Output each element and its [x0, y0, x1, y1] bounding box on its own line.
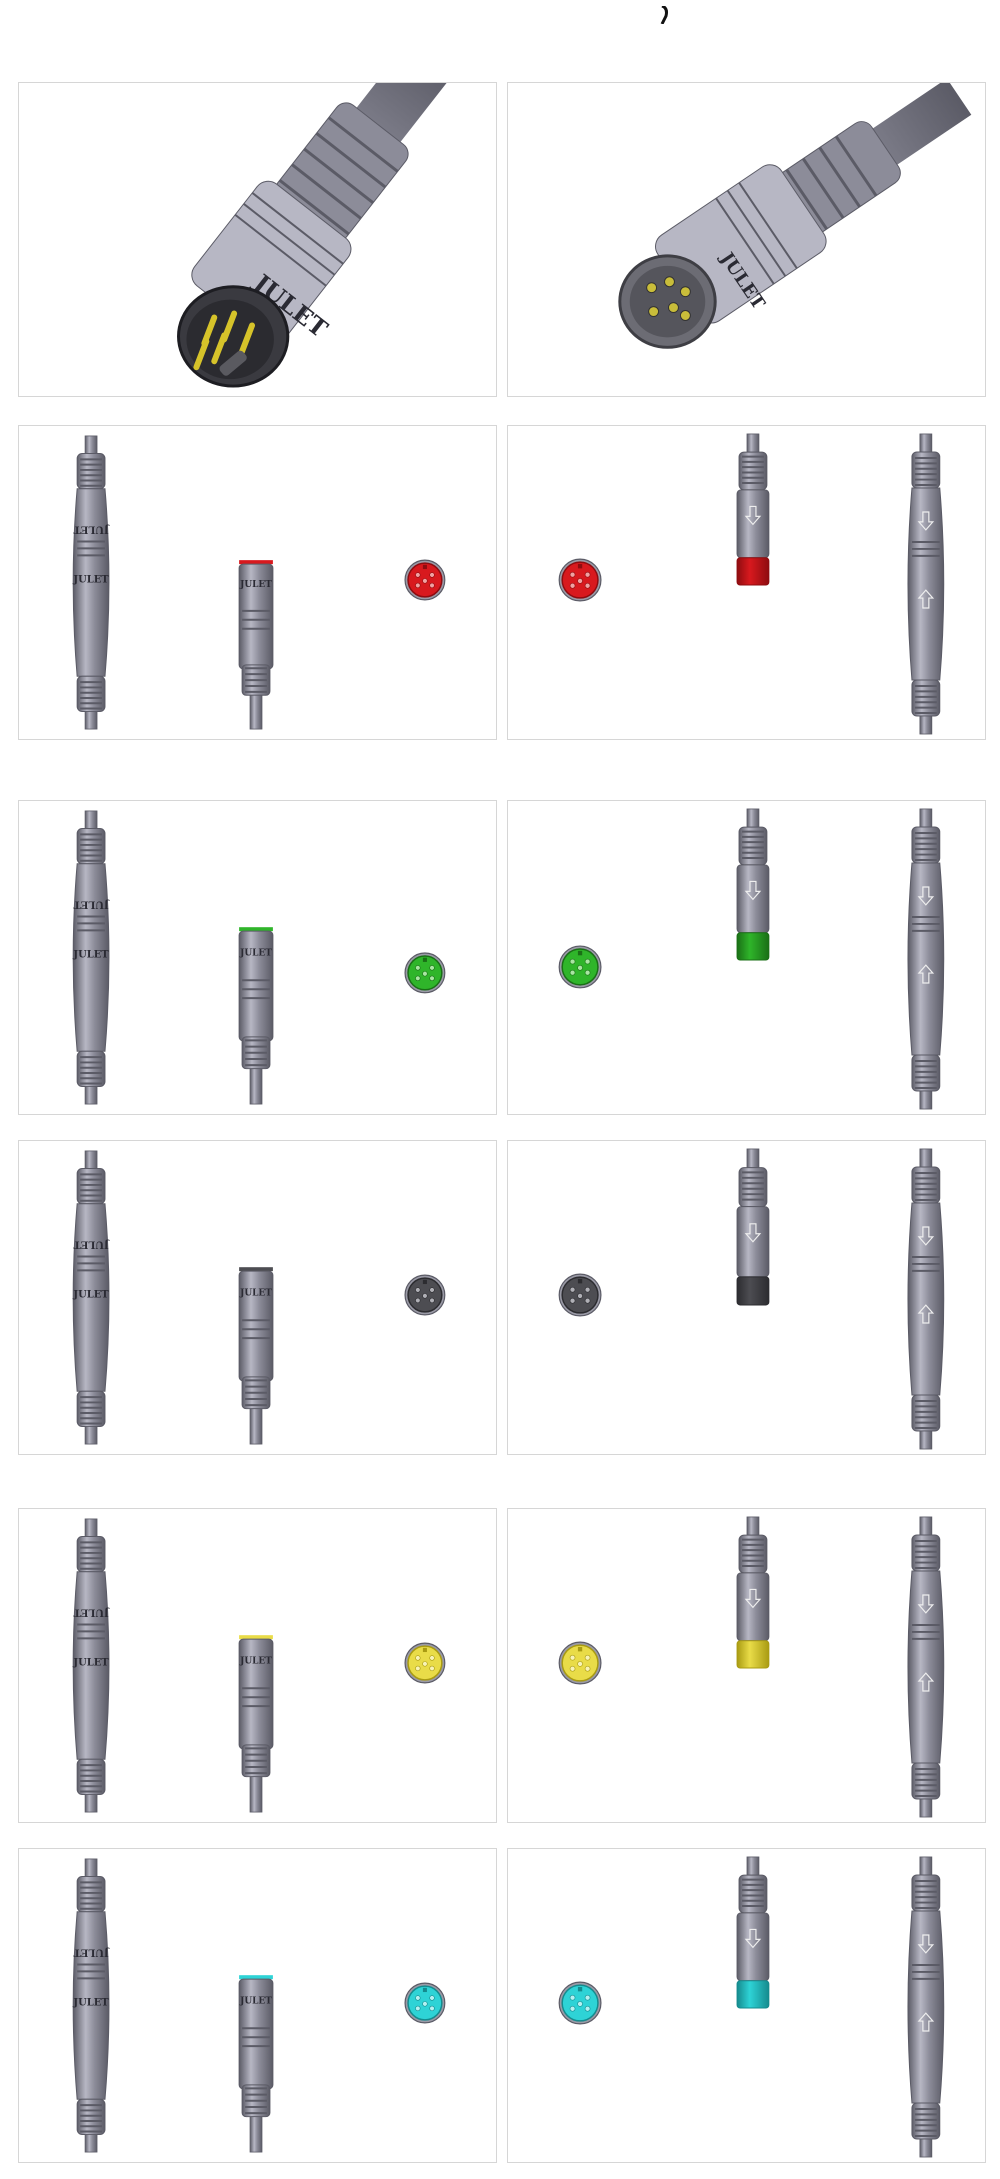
variant-panel-female-red: JULET JULET JULET: [18, 425, 497, 740]
svg-text:JULET: JULET: [73, 1947, 110, 1958]
male-end-face-cyan: [558, 1981, 602, 2025]
male-plug-side-view: [736, 808, 770, 961]
female-end-face-gray: [404, 1274, 446, 1316]
top-edge-mark: [660, 4, 674, 25]
svg-text:JULET: JULET: [73, 899, 110, 910]
svg-text:JULET: JULET: [73, 1239, 110, 1250]
variant-panel-male-gray: [507, 1140, 986, 1455]
mated-connector-assembly: JULET JULET: [72, 1858, 110, 2153]
svg-text:JULET: JULET: [239, 1288, 272, 1298]
svg-text:JULET: JULET: [73, 524, 110, 535]
hero-panel-female-connector: JULET: [507, 82, 986, 397]
mated-connector-assembly: JULET JULET: [72, 1150, 110, 1445]
female-connector-side-view: JULET: [238, 1975, 274, 2153]
variant-panel-female-gray: JULET JULET JULET: [18, 1140, 497, 1455]
mated-connector-assembly: [907, 433, 945, 735]
svg-text:JULET: JULET: [72, 950, 109, 961]
female-connector-side-view: JULET: [238, 1267, 274, 1445]
mated-connector-assembly: JULET JULET: [72, 1518, 110, 1813]
variant-panel-female-yellow: JULET JULET JULET: [18, 1508, 497, 1823]
variant-panel-male-cyan: [507, 1848, 986, 2163]
male-plug-side-view: [736, 1856, 770, 2009]
female-end-face-green: [404, 952, 446, 994]
female-end-face-cyan: [404, 1982, 446, 2024]
female-variant-image: JULET JULET JULET: [72, 1858, 446, 2153]
male-end-face-green: [558, 945, 602, 989]
male-variant-image: [558, 808, 945, 1110]
female-connector-side-view: JULET: [238, 560, 274, 730]
male-variant-image: [558, 1856, 945, 2158]
male-variant-image: [558, 1148, 945, 1450]
svg-text:JULET: JULET: [239, 948, 272, 958]
svg-text:JULET: JULET: [239, 1996, 272, 2006]
mated-connector-assembly: [907, 808, 945, 1110]
male-variant-image: [558, 433, 945, 735]
mated-connector-assembly: [907, 1856, 945, 2158]
male-variant-image: [558, 1516, 945, 1818]
hero-panel-male-connector: JULET: [18, 82, 497, 397]
male-connector-closeup-image: JULET: [177, 83, 456, 388]
svg-text:JULET: JULET: [239, 580, 272, 590]
female-variant-image: JULET JULET JULET: [72, 810, 446, 1105]
male-end-face-gray: [558, 1273, 602, 1317]
svg-text:JULET: JULET: [73, 1607, 110, 1618]
variant-panel-male-yellow: [507, 1508, 986, 1823]
svg-text:JULET: JULET: [72, 1290, 109, 1301]
male-plug-side-view: [736, 1148, 770, 1306]
variant-panel-male-green: [507, 800, 986, 1115]
variant-panel-female-cyan: JULET JULET JULET: [18, 1848, 497, 2163]
male-plug-side-view: [736, 1516, 770, 1669]
female-connector-side-view: JULET: [238, 1635, 274, 1813]
female-variant-image: JULET JULET JULET: [72, 1518, 446, 1813]
female-end-face-yellow: [404, 1642, 446, 1684]
svg-text:JULET: JULET: [72, 1658, 109, 1669]
mated-connector-assembly: JULET JULET: [72, 810, 110, 1105]
female-variant-image: JULET JULET JULET: [72, 1150, 446, 1445]
female-end-face-red: [404, 559, 446, 601]
mated-connector-assembly: JULET JULET: [72, 435, 110, 730]
male-plug-side-view: [736, 433, 770, 586]
female-connector-closeup-image: JULET: [618, 83, 972, 349]
female-variant-image: JULET JULET JULET: [72, 435, 446, 730]
mated-connector-assembly: [907, 1516, 945, 1818]
male-end-face-red: [558, 558, 602, 602]
variant-panel-male-red: [507, 425, 986, 740]
variant-panel-female-green: JULET JULET JULET: [18, 800, 497, 1115]
svg-text:JULET: JULET: [239, 1656, 272, 1666]
male-end-face-yellow: [558, 1641, 602, 1685]
female-connector-side-view: JULET: [238, 927, 274, 1105]
svg-text:JULET: JULET: [72, 1998, 109, 2009]
mated-connector-assembly: [907, 1148, 945, 1450]
svg-text:JULET: JULET: [72, 575, 109, 586]
